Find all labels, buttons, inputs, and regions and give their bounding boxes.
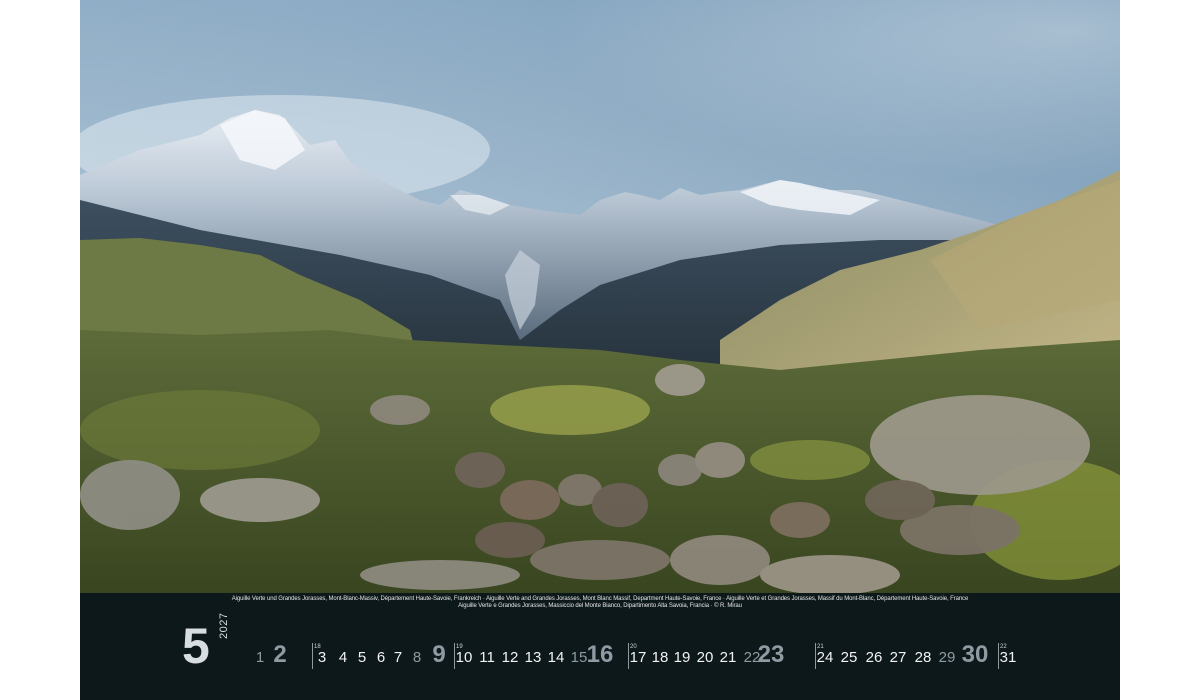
day-17: 17 <box>629 649 647 666</box>
day-5: 5 <box>357 649 367 666</box>
day-26: 26 <box>865 649 883 666</box>
day-16: 16 <box>586 641 614 668</box>
day-6: 6 <box>376 649 386 666</box>
day-9: 9 <box>432 641 446 668</box>
day-18: 18 <box>651 649 669 666</box>
day-11: 11 <box>479 649 495 666</box>
day-7: 7 <box>393 649 403 666</box>
week-number: 18 <box>314 644 321 650</box>
day-2: 2 <box>273 641 287 668</box>
calendar-page: Aiguille Verte und Grandes Jorasses, Mon… <box>80 0 1120 700</box>
day-19: 19 <box>673 649 691 666</box>
day-30: 30 <box>961 641 989 668</box>
week-separator <box>312 643 313 669</box>
week-number: 21 <box>817 644 824 650</box>
day-12: 12 <box>501 649 519 666</box>
week-number: 19 <box>456 644 463 650</box>
calendar-footer: Aiguille Verte und Grandes Jorasses, Mon… <box>80 593 1120 700</box>
day-29: 29 <box>938 649 956 666</box>
week-number: 22 <box>1000 644 1007 650</box>
day-28: 28 <box>914 649 932 666</box>
day-20: 20 <box>696 649 714 666</box>
day-3: 3 <box>317 649 327 666</box>
day-24: 24 <box>816 649 834 666</box>
day-31: 31 <box>999 649 1017 666</box>
week-number: 20 <box>630 644 637 650</box>
week-separator <box>815 643 816 669</box>
day-4: 4 <box>338 649 348 666</box>
day-8: 8 <box>412 649 422 666</box>
day-27: 27 <box>889 649 907 666</box>
day-14: 14 <box>547 649 565 666</box>
week-separator <box>998 643 999 669</box>
day-10: 10 <box>455 649 473 666</box>
mountain-landscape-photo <box>80 0 1120 593</box>
days-row: 1 2 3 4 5 6 7 8 9 10 11 12 13 14 15 16 17 18 19 20 21 22 23 24 2… <box>80 593 1120 700</box>
day-13: 13 <box>524 649 542 666</box>
week-separator <box>628 643 629 669</box>
day-15: 15 <box>570 649 588 666</box>
day-1: 1 <box>255 649 265 666</box>
day-21: 21 <box>719 649 737 666</box>
week-separator <box>454 643 455 669</box>
landscape-illustration <box>80 0 1120 593</box>
day-25: 25 <box>840 649 858 666</box>
day-23: 23 <box>757 641 785 668</box>
